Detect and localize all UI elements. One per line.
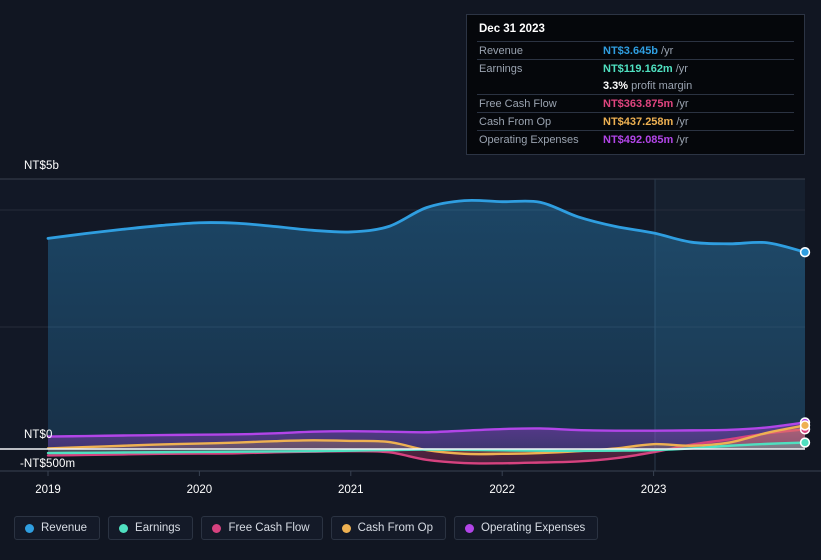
legend-item-label: Cash From Op [357,522,434,534]
data-tooltip: Dec 31 2023 Revenue NT$3.645b/yr Earnings N… [466,14,805,155]
tooltip-row-key: Earnings [479,62,523,75]
tooltip-row-key: Free Cash Flow [479,97,557,110]
legend-item-label: Operating Expenses [481,522,586,534]
tooltip-row-suffix: /yr [675,62,688,75]
endpoint-marker-earnings[interactable] [799,437,811,448]
tooltip-rows: Revenue NT$3.645b/yr Earnings NT$119.162m/y… [477,41,794,148]
legend-color-dot-icon [25,523,34,533]
tooltip-row: Revenue NT$3.645b/yr [477,41,794,59]
legend-item-label: Free Cash Flow [228,522,310,534]
tooltip-row-value: 3.3% profit margin [603,79,693,92]
legend-color-dot-icon [465,523,475,533]
tooltip-row: Earnings NT$119.162m/yr [477,59,794,77]
x-axis-label: 2020 [186,484,213,496]
legend-item-revenue[interactable]: Revenue [14,516,101,540]
tooltip-row-value: NT$437.258m/yr [603,115,689,128]
legend-color-dot-icon [341,523,351,533]
y-axis-label-top: NT$5b [24,160,60,172]
tooltip-row-value: NT$119.162m/yr [603,62,688,75]
legend-item-cash-from-op[interactable]: Cash From Op [330,516,447,540]
x-axis-label: 2023 [640,484,667,496]
y-axis-label-bottom: -NT$500m [20,458,76,470]
x-axis-label: 2019 [35,484,61,496]
legend-color-dot-icon [119,523,129,533]
financial-chart-widget: NT$5b NT$0 -NT$500m 2019 2020 2021 2022 2023… [0,0,821,560]
legend-color-dot-icon [212,523,222,533]
x-tick-marks [47,471,655,476]
y-axis-label-zero: NT$0 [24,429,53,441]
tooltip-date: Dec 31 2023 [479,23,545,35]
tooltip-row: Free Cash Flow NT$363.875m/yr [477,94,794,112]
tooltip-row-value: NT$363.875m/yr [603,97,689,110]
x-axis-label: 2021 [338,484,364,496]
tooltip-row-suffix: /yr [676,115,689,128]
endpoint-marker-revenue[interactable] [799,246,811,258]
tooltip-row: Operating Expenses NT$492.085m/yr [477,130,794,148]
tooltip-row-suffix: /yr [676,97,689,110]
x-axis-label: 2022 [489,484,515,496]
tooltip-row-suffix: /yr [661,44,674,57]
legend-item-operating-expenses[interactable]: Operating Expenses [454,516,599,540]
tooltip-row-suffix: profit margin [631,79,693,92]
tooltip-row-key: Cash From Op [479,115,552,128]
legend-item-free-cash-flow[interactable]: Free Cash Flow [201,516,323,540]
legend-item-label: Revenue [41,522,88,534]
endpoint-marker-cash-from-op[interactable] [799,420,811,431]
tooltip-row-value: NT$492.085m/yr [603,133,689,146]
tooltip-row-key: Revenue [479,44,524,57]
tooltip-row-value: NT$3.645b/yr [603,44,674,57]
tooltip-row: Cash From Op NT$437.258m/yr [477,112,794,130]
tooltip-row-suffix: /yr [676,133,689,146]
tooltip-row: 3.3% profit margin [477,77,794,94]
legend-item-label: Earnings [135,522,181,534]
legend-item-earnings[interactable]: Earnings [108,516,194,540]
tooltip-row-key: Operating Expenses [479,133,579,146]
chart-legend: Revenue Earnings Free Cash Flow Cash From O… [14,516,599,540]
